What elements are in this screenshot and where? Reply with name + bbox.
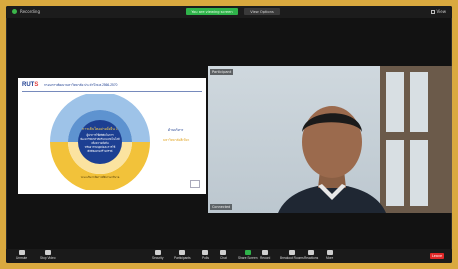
heading-divider <box>22 91 202 92</box>
stop-video-label: Stop Video <box>40 256 56 260</box>
security-label: Security <box>152 256 164 260</box>
breakout-rooms-icon <box>288 250 295 255</box>
leave-button[interactable]: Leave <box>430 253 444 259</box>
top-bar: Recording You are viewing screen View Op… <box>6 6 452 18</box>
view-options-button[interactable]: View Options <box>244 8 280 15</box>
center-title: การเติบโตอย่างยั่งยืน 1 <box>82 126 118 131</box>
screen-share-pill: You are viewing screen <box>186 8 238 15</box>
slide-heading: กรอบการพัฒนามหาวิทยาลัย ประจำปี พ.ศ.2566… <box>44 83 118 87</box>
record-button[interactable]: Record <box>260 250 270 260</box>
center-line-3: เพื่อความยั่งยืน <box>91 141 108 145</box>
grid-view-icon <box>430 9 435 14</box>
stop-video-button[interactable]: Stop Video <box>40 250 56 260</box>
video-camera-icon <box>44 250 51 255</box>
people-icon <box>179 250 186 255</box>
more-button[interactable]: More <box>326 250 333 260</box>
poll-icon <box>202 250 209 255</box>
chat-button[interactable]: Chat <box>220 250 227 260</box>
breakout-rooms-label: Breakout Rooms <box>280 256 304 260</box>
microphone-icon <box>18 250 25 255</box>
side-label-blue: ด้านบริหาร <box>168 128 184 132</box>
center-line-1: ผู้นำการใช้ดิจิทัลในการ <box>86 133 114 137</box>
recording-label: Recording <box>20 9 41 14</box>
polls-button[interactable]: Polls <box>202 250 209 260</box>
recording-dot-icon <box>12 9 17 14</box>
logo-main: RUT <box>22 82 35 88</box>
meeting-toolbar: Unmute Stop Video Security Participants … <box>6 249 452 263</box>
share-screen-icon <box>244 250 251 255</box>
participants-button[interactable]: Participants <box>174 250 191 260</box>
unmute-button[interactable]: Unmute <box>16 250 27 260</box>
center-line-5: ดิจิทัลอย่างสร้างสรรค์ <box>87 149 112 153</box>
unmute-label: Unmute <box>16 256 28 260</box>
shared-screen: RUTS กรอบการพัฒนามหาวิทยาลัย ประจำปี พ.ศ… <box>18 78 206 194</box>
logo-accent: S <box>34 82 39 88</box>
reactions-button[interactable]: Reactions <box>304 250 318 260</box>
shield-icon <box>154 250 161 255</box>
recording-indicator: Recording <box>12 9 40 14</box>
participants-label: Participants <box>174 256 191 260</box>
chat-label: Chat <box>220 256 227 260</box>
polls-label: Polls <box>202 256 209 260</box>
record-icon <box>262 250 269 255</box>
view-label: View <box>436 9 447 14</box>
participant-figure <box>278 106 386 213</box>
slide-pager-icon[interactable] <box>190 180 200 188</box>
breakout-rooms-button[interactable]: Breakout Rooms <box>280 250 304 260</box>
strategy-diagram: การเติบโตอย่างยั่งยืน 1 ผู้นำการใช้ดิจิท… <box>50 94 150 190</box>
participant-video[interactable]: Participant Connected <box>208 66 452 213</box>
participant-name-tag: Participant <box>210 69 234 75</box>
security-button[interactable]: Security <box>152 250 164 260</box>
more-label: More <box>326 256 334 260</box>
meeting-window: Recording You are viewing screen View Op… <box>6 6 452 263</box>
smiley-icon <box>308 250 315 255</box>
reactions-label: Reactions <box>304 256 319 260</box>
connection-label: Connected <box>210 204 233 210</box>
chat-bubble-icon <box>220 250 227 255</box>
side-label-gold: มหาวิทยาลัยสีเขียว <box>163 138 190 142</box>
yellow-note: ระบบบริหารจัดการที่มีธรรมาภิบาล <box>81 175 120 179</box>
view-button[interactable]: View <box>430 9 447 14</box>
share-screen-label: Share Screen <box>238 256 258 260</box>
center-line-2: พัฒนาวิทยาศาสตร์และเทคโนโลยี <box>80 137 120 141</box>
record-label: Record <box>260 256 271 260</box>
university-logo: RUTS <box>22 82 38 88</box>
ellipsis-icon <box>326 250 333 255</box>
share-screen-button[interactable]: Share Screen <box>238 250 258 260</box>
